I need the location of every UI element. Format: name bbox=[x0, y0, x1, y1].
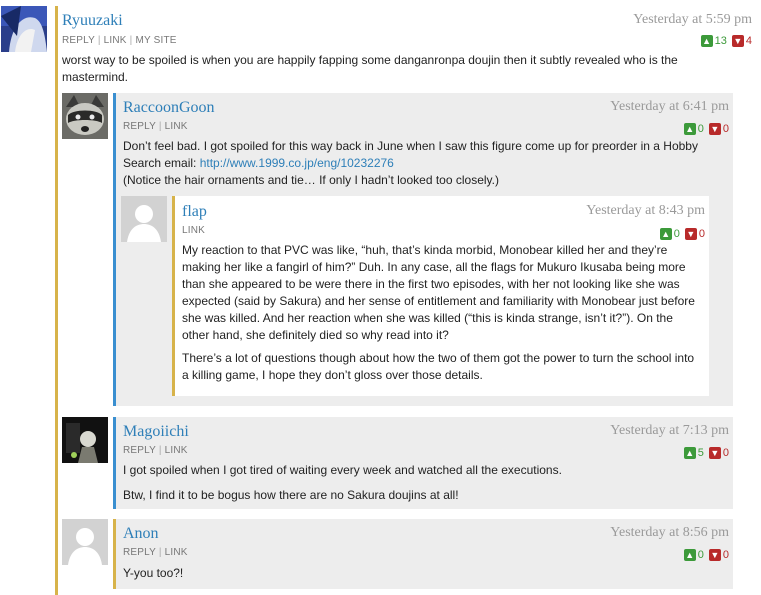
thread-bar-magoiichi bbox=[113, 417, 116, 509]
reply-link[interactable]: REPLY bbox=[62, 35, 95, 46]
comment-paragraph: Btw, I find it to be bogus how there are… bbox=[123, 488, 459, 502]
comment-author-raccoongoon[interactable]: RaccoonGoon bbox=[123, 99, 215, 117]
comment-actions-flap: LINK bbox=[182, 225, 205, 236]
upvote-count: 0 bbox=[673, 228, 680, 240]
comment-actions-ryuuzaki: REPLY | LINK | MY SITE bbox=[62, 35, 177, 46]
comment-time-magoiichi[interactable]: Yesterday at 7:13 pm bbox=[610, 423, 729, 439]
comment-body-raccoongoon: Don’t feel bad. I got spoiled for this w… bbox=[123, 138, 723, 195]
downvote-count: 0 bbox=[722, 549, 729, 561]
comment-body-flap: My reaction to that PVC was like, “huh, … bbox=[182, 242, 698, 390]
default-user-avatar bbox=[62, 519, 108, 565]
upvote-count: 5 bbox=[697, 447, 704, 459]
thread-bar-ryuuzaki bbox=[55, 6, 58, 595]
comment-paragraph: Don’t feel bad. I got spoiled for this w… bbox=[123, 138, 723, 172]
thumbs-up-icon[interactable]: ▲ bbox=[659, 228, 672, 240]
downvote-count: 0 bbox=[722, 447, 729, 459]
reply-link[interactable]: REPLY bbox=[123, 121, 156, 132]
reply-link[interactable]: REPLY bbox=[123, 445, 156, 456]
avatar-magoiichi bbox=[62, 417, 108, 463]
comment-time-ryuuzaki[interactable]: Yesterday at 5:59 pm bbox=[633, 12, 752, 28]
comment-paragraph: worst way to be spoiled is when you are … bbox=[62, 53, 678, 84]
comment-body-anon: Y-you too?! bbox=[123, 565, 723, 588]
thumbs-up-icon[interactable]: ▲ bbox=[683, 447, 696, 459]
external-link[interactable]: http://www.1999.co.jp/eng/10232276 bbox=[200, 156, 394, 170]
default-user-avatar bbox=[121, 196, 167, 242]
comment-paragraph: My reaction to that PVC was like, “huh, … bbox=[182, 243, 695, 342]
reply-link[interactable]: REPLY bbox=[123, 547, 156, 558]
comment-actions-anon: REPLY | LINK bbox=[123, 547, 188, 558]
permalink-link[interactable]: LINK bbox=[104, 35, 127, 46]
thumbs-up-icon[interactable]: ▲ bbox=[683, 123, 696, 135]
comment-time-flap[interactable]: Yesterday at 8:43 pm bbox=[586, 203, 705, 219]
permalink-link[interactable]: LINK bbox=[165, 547, 188, 558]
comment-body-ryuuzaki: worst way to be spoiled is when you are … bbox=[62, 52, 702, 92]
permalink-link[interactable]: LINK bbox=[165, 445, 188, 456]
thread-bar-raccoongoon bbox=[113, 93, 116, 406]
comment-paragraph: Y-you too?! bbox=[123, 566, 184, 580]
my-site-link[interactable]: MY SITE bbox=[135, 35, 176, 46]
vote-widget-magoiichi: ▲ 5 ▼ 0 bbox=[683, 447, 729, 459]
thread-bar-anon bbox=[113, 519, 116, 589]
thread-bar-flap bbox=[172, 196, 175, 396]
comment-author-anon[interactable]: Anon bbox=[123, 525, 159, 543]
thumbs-down-icon[interactable]: ▼ bbox=[684, 228, 697, 240]
comment-author-ryuuzaki[interactable]: Ryuuzaki bbox=[62, 12, 123, 30]
thumbs-up-icon[interactable]: ▲ bbox=[700, 35, 713, 47]
comment-actions-raccoongoon: REPLY | LINK bbox=[123, 121, 188, 132]
comment-time-anon[interactable]: Yesterday at 8:56 pm bbox=[610, 525, 729, 541]
permalink-link[interactable]: LINK bbox=[165, 121, 188, 132]
thumbs-down-icon[interactable]: ▼ bbox=[731, 35, 744, 47]
vote-widget-flap: ▲ 0 ▼ 0 bbox=[659, 228, 705, 240]
thumbs-down-icon[interactable]: ▼ bbox=[708, 123, 721, 135]
upvote-count: 0 bbox=[697, 549, 704, 561]
upvote-count: 0 bbox=[697, 123, 704, 135]
thumbs-down-icon[interactable]: ▼ bbox=[708, 549, 721, 561]
downvote-count: 4 bbox=[745, 35, 752, 47]
vote-widget-raccoongoon: ▲ 0 ▼ 0 bbox=[683, 123, 729, 135]
comment-author-magoiichi[interactable]: Magoiichi bbox=[123, 423, 189, 441]
permalink-link[interactable]: LINK bbox=[182, 225, 205, 236]
comment-author-flap[interactable]: flap bbox=[182, 203, 207, 221]
comment-paragraph: There’s a lot of questions though about … bbox=[182, 351, 695, 382]
avatar-raccoongoon bbox=[62, 93, 108, 139]
comment-paragraph: (Notice the hair ornaments and tie… If o… bbox=[123, 173, 499, 187]
downvote-count: 0 bbox=[722, 123, 729, 135]
comment-body-magoiichi: I got spoiled when I got tired of waitin… bbox=[123, 462, 723, 510]
thumbs-down-icon[interactable]: ▼ bbox=[708, 447, 721, 459]
avatar-ryuuzaki bbox=[1, 6, 47, 52]
vote-widget-ryuuzaki: ▲ 13 ▼ 4 bbox=[700, 35, 752, 47]
upvote-count: 13 bbox=[714, 35, 727, 47]
thumbs-up-icon[interactable]: ▲ bbox=[683, 549, 696, 561]
comment-paragraph: I got spoiled when I got tired of waitin… bbox=[123, 463, 562, 477]
downvote-count: 0 bbox=[698, 228, 705, 240]
vote-widget-anon: ▲ 0 ▼ 0 bbox=[683, 549, 729, 561]
comment-time-raccoongoon[interactable]: Yesterday at 6:41 pm bbox=[610, 99, 729, 115]
comment-actions-magoiichi: REPLY | LINK bbox=[123, 445, 188, 456]
